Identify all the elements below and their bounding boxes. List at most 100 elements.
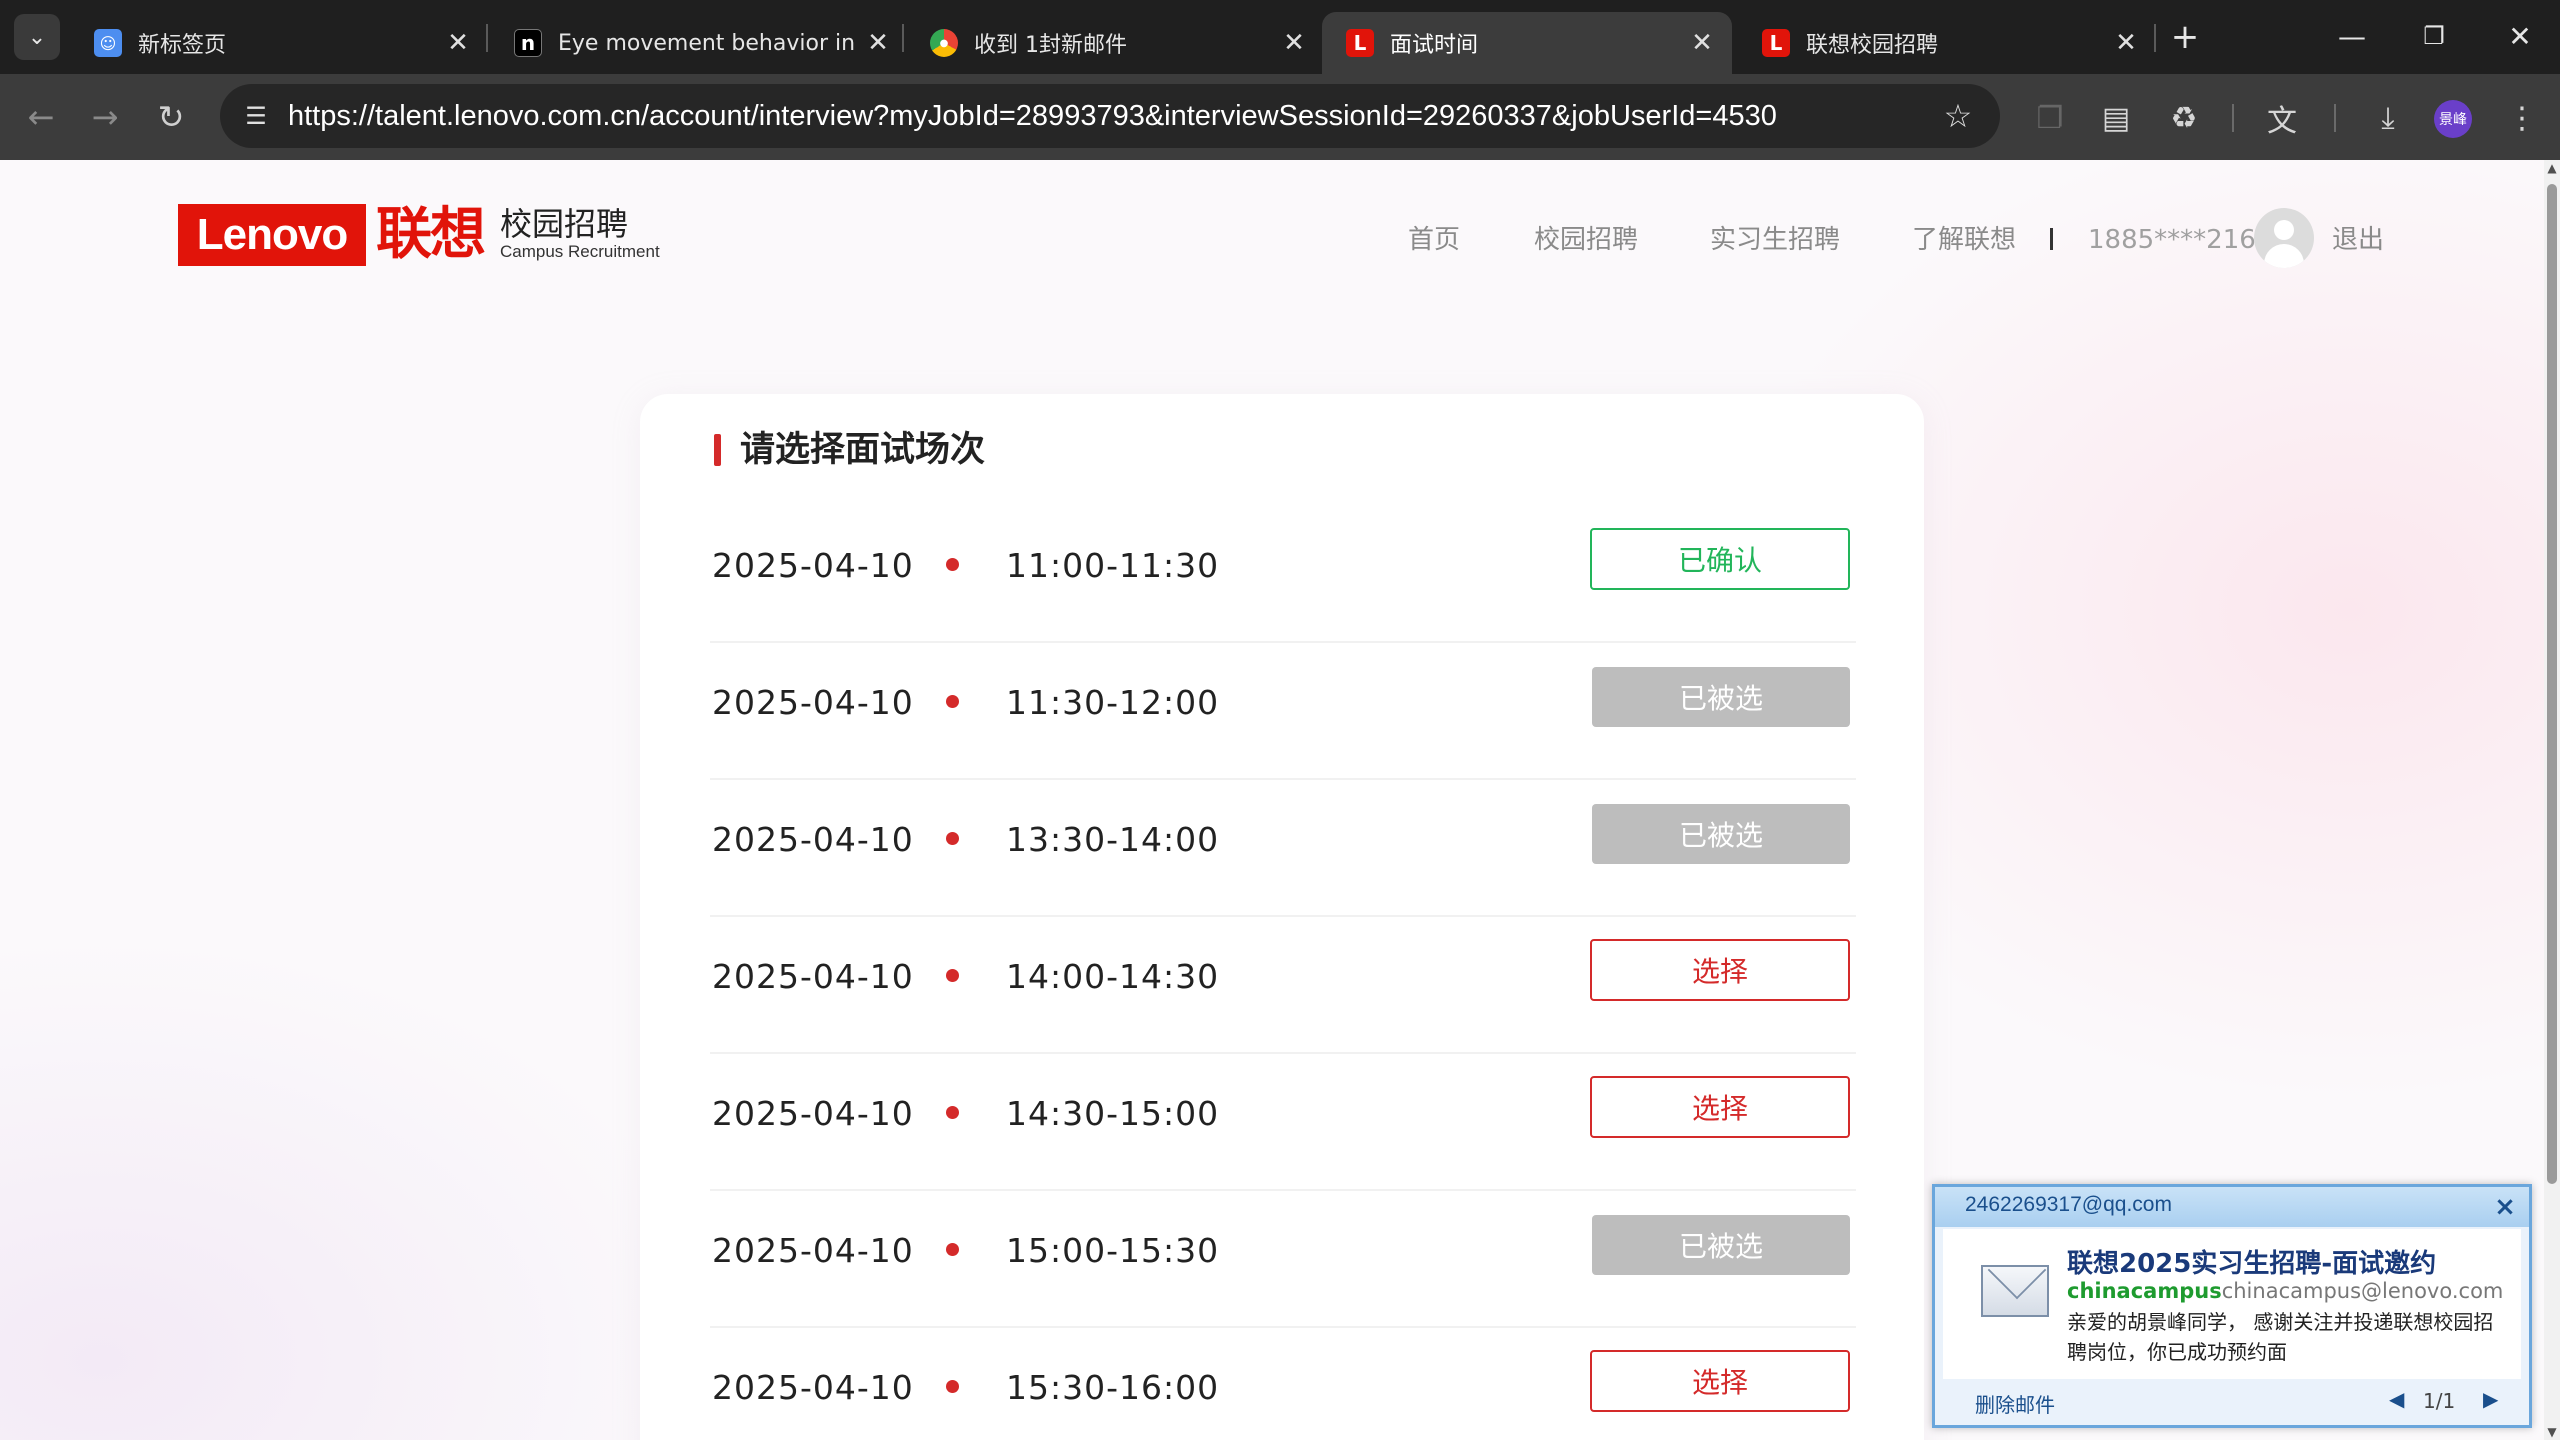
avatar-body-shape [2264,244,2304,268]
nav-about-lenovo[interactable]: 了解联想 [1912,222,2016,258]
toolbar-divider [2334,104,2336,132]
menu-kebab-icon[interactable]: ⋮ [2502,98,2542,138]
close-icon[interactable]: × [2491,1192,2519,1222]
slot-time: 14:30-15:00 [1006,1094,1220,1133]
minimize-icon: — [2338,19,2366,53]
n-favicon-icon: n [514,29,542,57]
address-bar[interactable]: ☰ https://talent.lenovo.com.cn/account/i… [220,84,2000,148]
close-icon[interactable]: ✕ [440,25,476,61]
page-scrollbar[interactable]: ▲ ▼ [2544,160,2560,1440]
bookmark-star-icon[interactable]: ☆ [1940,97,1976,135]
slot-row: 2025-04-10 11:00-11:30 已确认 [710,506,1856,643]
mail-preview: 亲爱的胡景峰同学， 感谢关注并投递联想校园招聘岗位，你已成功预约面 [2067,1310,2494,1364]
slot-date: 2025-04-10 [712,683,914,722]
url-text[interactable]: https://talent.lenovo.com.cn/account/int… [288,84,1777,148]
lenovo-favicon-icon: L [1346,29,1374,57]
scroll-thumb[interactable] [2547,184,2557,1184]
slot-date: 2025-04-10 [712,1231,914,1270]
title-accent-bar [714,434,721,466]
slot-dot-icon [946,1380,959,1393]
tab-copy-icon[interactable]: ❐ [2030,98,2070,138]
slot-time: 11:00-11:30 [1006,546,1220,585]
close-icon[interactable]: ✕ [1684,25,1720,61]
new-tab-button[interactable]: + [2166,17,2204,57]
slot-dot-icon [946,695,959,708]
mail-sender-name: chinacampus [2067,1279,2222,1303]
tab-search-button[interactable]: ⌄ [14,14,60,60]
lenovo-logo[interactable]: Lenovo [178,204,366,266]
nav-campus-recruitment[interactable]: 校园招聘 [1534,222,1638,258]
mail-popup-body[interactable]: 联想2025实习生招聘-面试邀约 chinacampuschinacampus@… [1943,1229,2521,1379]
tab-lenovo-campus[interactable]: L 联想校园招聘 ✕ [1738,12,2156,74]
user-phone[interactable]: 1885****216 [2088,222,2256,258]
taken-button: 已被选 [1592,1215,1850,1275]
slot-time: 15:30-16:00 [1006,1368,1220,1407]
scroll-up-icon[interactable]: ▲ [2544,160,2560,176]
mail-sender-email: chinacampus@lenovo.com [2221,1279,2504,1303]
slot-dot-icon [946,1106,959,1119]
close-icon[interactable]: ✕ [2108,25,2144,61]
browser-tab-bar: ⌄ ☺ 新标签页 ✕ n Eye movement behavior in a … [0,0,2560,74]
select-button[interactable]: 选择 [1590,939,1850,1001]
tab-mail[interactable]: ● 收到 1封新邮件 ✕ [906,12,1324,74]
slot-row: 2025-04-10 14:30-15:00 选择 [710,1054,1856,1191]
interview-session-card: 请选择面试场次 2025-04-10 11:00-11:30 已确认 2025-04-… [640,394,1924,1440]
arrow-left-icon: ← [27,98,55,136]
site-settings-icon[interactable]: ☰ [238,98,274,134]
close-icon[interactable]: ✕ [1276,25,1312,61]
delete-mail-link[interactable]: 删除邮件 [1975,1389,2055,1418]
lenovo-logo-cn[interactable]: 联想 [376,200,486,270]
slot-date: 2025-04-10 [712,1094,914,1133]
download-icon[interactable]: ⤓ [2368,98,2408,138]
tab-title: 收到 1封新邮件 [974,33,1127,58]
logout-link[interactable]: 退出 [2332,222,2384,258]
logo-subtitle: 校园招聘 [500,205,629,243]
card-title: 请选择面试场次 [740,430,986,470]
new-tab-favicon-icon: ☺ [94,29,122,57]
forward-button[interactable]: → [82,94,128,140]
slot-dot-icon [946,969,959,982]
close-icon[interactable]: ✕ [860,25,896,61]
slot-date: 2025-04-10 [712,546,914,585]
translate-icon[interactable]: 文 [2262,98,2302,139]
close-icon: ✕ [2508,19,2532,53]
arrow-right-icon: → [91,98,119,136]
avatar-head-shape [2274,220,2294,240]
tab-eye-movement[interactable]: n Eye movement behavior in a ✕ [490,12,908,74]
slot-dot-icon [946,558,959,571]
user-avatar[interactable] [2254,208,2314,268]
nav-internship[interactable]: 实习生招聘 [1710,222,1840,258]
restore-button[interactable]: ❐ [2404,10,2464,62]
confirmed-button: 已确认 [1590,528,1850,590]
browser-toolbar: ← → ↻ ☰ https://talent.lenovo.com.cn/acc… [0,74,2560,160]
tab-title: 新标签页 [138,33,227,58]
mail-sender: chinacampuschinacampus@lenovo.com [2067,1279,2503,1303]
reload-icon: ↻ [157,98,185,136]
plus-icon: + [2170,17,2200,57]
next-arrow-icon[interactable]: ▶ [2483,1387,2498,1411]
minimize-button[interactable]: — [2322,10,2382,62]
tab-divider [2154,24,2156,52]
mail-subject[interactable]: 联想2025实习生招聘-面试邀约 [2067,1243,2436,1280]
select-button[interactable]: 选择 [1590,1076,1850,1138]
slot-time: 11:30-12:00 [1006,683,1220,722]
back-button[interactable]: ← [18,94,64,140]
taken-button: 已被选 [1592,804,1850,864]
mail-notification-popup[interactable]: 2462269317@qq.com × 联想2025实习生招聘-面试邀约 chi… [1932,1184,2532,1428]
restore-icon: ❐ [2423,22,2445,50]
profile-avatar[interactable]: 景峰 [2434,100,2472,138]
reload-button[interactable]: ↻ [148,94,194,140]
prev-arrow-icon[interactable]: ◀ [2389,1387,2404,1411]
tab-divider [902,24,904,52]
scroll-down-icon[interactable]: ▼ [2544,1424,2560,1440]
tab-interview-time[interactable]: L 面试时间 ✕ [1322,12,1732,74]
tab-new-tab[interactable]: ☺ 新标签页 ✕ [70,12,488,74]
slot-date: 2025-04-10 [712,957,914,996]
extensions-icon[interactable]: ♻ [2164,98,2204,138]
envelope-icon [1981,1265,2049,1317]
nav-home[interactable]: 首页 [1408,222,1460,258]
select-button[interactable]: 选择 [1590,1350,1850,1412]
close-window-button[interactable]: ✕ [2490,10,2550,62]
tab-title: Eye movement behavior in a [558,30,860,56]
document-icon[interactable]: ▤ [2096,98,2136,138]
